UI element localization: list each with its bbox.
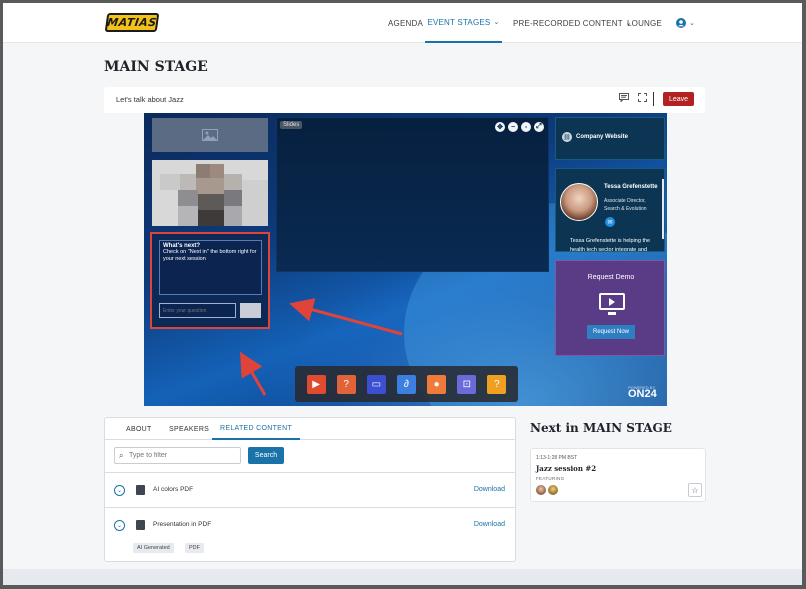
- next-session-card[interactable]: 1:13-1:28 PM BST Jazz session #2 FEATURI…: [530, 448, 706, 502]
- on24-logo: POWERED BY ON24: [628, 385, 657, 400]
- logo-text: MATIAS: [106, 16, 158, 29]
- screenshare-icon[interactable]: ⊡: [457, 374, 477, 394]
- fullscreen-icon[interactable]: [638, 93, 647, 104]
- speaker-video[interactable]: [152, 160, 268, 226]
- tab-related-content[interactable]: RELATED CONTENT: [212, 418, 301, 440]
- nav-label: EVENT STAGES: [427, 17, 491, 27]
- filter-input[interactable]: [129, 449, 239, 462]
- profile-icon[interactable]: ●: [427, 374, 447, 394]
- star-icon[interactable]: ☆: [688, 483, 702, 497]
- slides-label: Slides: [280, 121, 303, 129]
- footer: [3, 569, 802, 585]
- expand-chevron-icon[interactable]: ⌄: [114, 485, 125, 496]
- zoom-out-icon[interactable]: −: [508, 122, 518, 132]
- related-item: ⌄ Presentation in PDF Download AI Genera…: [105, 508, 515, 562]
- scrollbar[interactable]: [662, 179, 664, 239]
- expand-icon[interactable]: ⤢: [534, 122, 544, 132]
- matias-logo[interactable]: MATIAS: [104, 13, 160, 32]
- slides-panel[interactable]: Slides ✥ − ▫ ⤢: [276, 117, 549, 272]
- speaker-role: Associate Director, Search & Evolution: [604, 198, 647, 212]
- qa-text: Check on "Next in" the bottom right for …: [163, 249, 257, 262]
- monitor-stand: [608, 312, 616, 315]
- speaker-avatar: [560, 183, 598, 221]
- slide-controls: ✥ − ▫ ⤢: [495, 122, 544, 132]
- file-name: Presentation in PDF: [153, 521, 212, 528]
- speaker-bio: Tessa Grefenstette is helping the health…: [570, 238, 651, 252]
- demo-title: Request Demo: [587, 274, 635, 281]
- nav-pre-recorded-content[interactable]: PRE-RECORDED CONTENT ⌄: [513, 3, 632, 43]
- qa-messages: What's next? Check on "Next in" the bott…: [159, 240, 262, 295]
- session-time: 1:13-1:28 PM BST: [536, 455, 578, 461]
- speaker-name: Tessa Grefenstette: [604, 184, 658, 190]
- move-icon[interactable]: ✥: [495, 122, 505, 132]
- app-window: MATIAS AGENDA EVENT STAGES ⌄ PRE-RECORDED…: [3, 3, 802, 585]
- next-in-heading: Next in MAIN STAGE: [530, 421, 672, 435]
- nav-label: AGENDA: [388, 18, 423, 28]
- nav-lounge[interactable]: LOUNGE: [627, 3, 662, 43]
- chevron-down-icon: ⌄: [493, 19, 500, 26]
- brand-name: ON24: [628, 388, 657, 400]
- file-name: AI colors PDF: [153, 486, 194, 493]
- download-link[interactable]: Download: [474, 521, 505, 528]
- related-item: ⌄ AI colors PDF Download: [105, 473, 515, 508]
- request-now-button[interactable]: Request Now: [587, 325, 635, 339]
- featuring-label: FEATURING: [536, 476, 565, 481]
- event-stage: What's next? Check on "Next in" the bott…: [144, 113, 667, 406]
- download-link[interactable]: Download: [474, 486, 505, 493]
- nav-event-stages[interactable]: EVENT STAGES ⌄: [425, 3, 502, 43]
- chevron-down-icon: ⌄: [689, 20, 696, 27]
- email-icon[interactable]: ✉: [605, 217, 615, 227]
- chat-icon[interactable]: [619, 93, 629, 104]
- tag-ai-generated: AI Generated: [133, 543, 174, 553]
- nav-agenda[interactable]: AGENDA: [388, 3, 423, 43]
- request-demo-card: Request Demo Request Now: [555, 260, 665, 356]
- session-details-panel: ABOUT SPEAKERS RELATED CONTENT ⌕ Search …: [104, 417, 516, 562]
- play-icon[interactable]: ▶: [306, 374, 326, 394]
- nav-label: PRE-RECORDED CONTENT: [513, 18, 623, 28]
- company-website-card[interactable]: ⛓ Company Website: [555, 117, 665, 160]
- nav-label: LOUNGE: [627, 18, 662, 28]
- tab-about[interactable]: ABOUT: [126, 418, 152, 440]
- file-icon: [136, 520, 145, 530]
- tab-bar: ABOUT SPEAKERS RELATED CONTENT: [105, 418, 515, 440]
- avatar: [548, 485, 558, 495]
- link-icon: ⛓: [562, 132, 572, 142]
- monitor-play-icon: [599, 293, 625, 310]
- leave-button[interactable]: Leave: [663, 92, 694, 106]
- presentation-icon[interactable]: ▭: [366, 374, 386, 394]
- speaker-card: Tessa Grefenstette Associate Director, S…: [555, 168, 665, 252]
- company-website-label: Company Website: [576, 134, 628, 140]
- search-icon: ⌕: [119, 451, 124, 460]
- image-placeholder-icon: [152, 118, 268, 152]
- top-navigation: MATIAS AGENDA EVENT STAGES ⌄ PRE-RECORDED…: [3, 3, 802, 43]
- file-icon: [136, 485, 145, 495]
- search-button[interactable]: Search: [248, 447, 284, 464]
- qa-icon[interactable]: ?: [336, 374, 356, 394]
- filter-bar: ⌕ Search: [105, 440, 515, 473]
- qa-panel: What's next? Check on "Next in" the bott…: [150, 232, 270, 329]
- submit-question-button[interactable]: [240, 303, 261, 318]
- help-icon[interactable]: ?: [487, 374, 507, 394]
- user-menu[interactable]: ⌄: [676, 3, 695, 43]
- restore-icon[interactable]: ▫: [521, 122, 531, 132]
- attachment-icon[interactable]: ∂: [396, 374, 416, 394]
- user-circle-icon: [676, 18, 686, 28]
- expand-chevron-icon[interactable]: ⌄: [114, 520, 125, 531]
- session-name: Jazz session #2: [536, 464, 597, 473]
- question-input[interactable]: [159, 303, 236, 318]
- session-title: Let's talk about Jazz: [116, 95, 184, 104]
- engagement-dock: ▶? ▭ ∂ ● ⊡?: [295, 366, 518, 402]
- filter-field[interactable]: ⌕: [114, 447, 241, 464]
- session-header: Let's talk about Jazz Leave: [104, 87, 705, 113]
- divider: [653, 92, 654, 106]
- tab-speakers[interactable]: SPEAKERS: [169, 418, 209, 440]
- tag-pdf: PDF: [185, 543, 204, 553]
- page-title: MAIN STAGE: [104, 59, 208, 75]
- avatar: [536, 485, 546, 495]
